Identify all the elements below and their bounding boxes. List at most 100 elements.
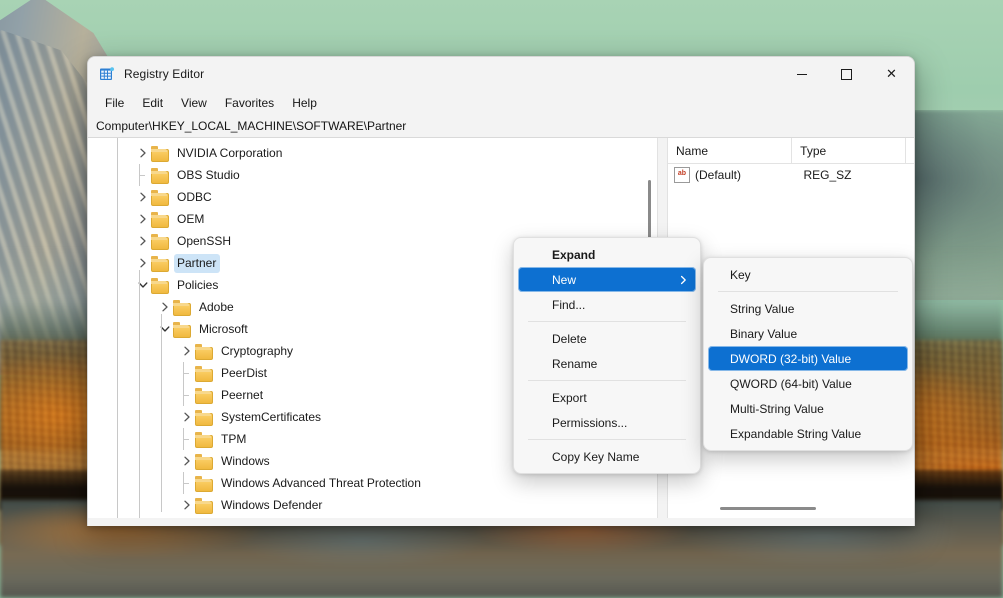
maximize-icon xyxy=(841,68,852,80)
submenu-chevron-right-icon xyxy=(680,275,687,284)
folder-icon xyxy=(195,432,213,448)
chevron-right-icon[interactable] xyxy=(135,252,151,274)
menu-item-label: Copy Key Name xyxy=(552,449,640,464)
folder-icon xyxy=(151,256,169,272)
chevron-right-icon[interactable] xyxy=(157,296,173,318)
chevron-right-icon[interactable] xyxy=(135,208,151,230)
chevron-right-icon[interactable] xyxy=(135,142,151,164)
context-menu-item-rename[interactable]: Rename xyxy=(518,351,696,376)
values-list-header: Name Type xyxy=(668,138,914,164)
menu-item-label: Binary Value xyxy=(730,326,798,341)
column-header-type[interactable]: Type xyxy=(792,138,906,163)
chevron-right-icon[interactable] xyxy=(179,516,195,518)
folder-icon xyxy=(151,146,169,162)
tree-item-label: Partner xyxy=(174,253,221,273)
context-menu-item-expand[interactable]: Expand xyxy=(518,242,696,267)
chevron-right-icon[interactable] xyxy=(179,340,195,362)
folder-icon xyxy=(151,212,169,228)
chevron-right-icon[interactable] xyxy=(179,450,195,472)
desktop-background: Registry Editor ✕ File Edit View Favorit… xyxy=(0,0,1003,598)
context-menu-item-new[interactable]: New xyxy=(518,267,696,292)
values-row-name: (Default) xyxy=(695,168,742,182)
tree-connector-line xyxy=(179,428,195,450)
menu-edit[interactable]: Edit xyxy=(133,94,172,112)
tree-item[interactable]: OEM xyxy=(88,208,657,230)
chevron-down-icon[interactable] xyxy=(157,318,173,340)
submenu-item-expandable-string-value[interactable]: Expandable String Value xyxy=(708,421,908,446)
chevron-right-icon[interactable] xyxy=(179,494,195,516)
menu-item-label: Permissions... xyxy=(552,415,628,430)
context-submenu-new: Key String Value Binary Value DWORD (32-bit… xyxy=(703,257,913,451)
folder-icon xyxy=(151,168,169,184)
values-list-row[interactable]: ab (Default) REG_SZ xyxy=(668,164,914,186)
tree-item-label: Windows Advanced Threat Protection xyxy=(221,475,421,490)
tree-item[interactable]: Windows Advanced Threat Protection xyxy=(88,472,657,494)
context-menu-item-permissions[interactable]: Permissions... xyxy=(518,410,696,435)
menu-separator xyxy=(528,380,686,381)
column-header-name-label: Name xyxy=(676,143,709,158)
values-row-type: REG_SZ xyxy=(803,168,852,182)
column-header-name[interactable]: Name xyxy=(668,138,793,163)
menu-bar: File Edit View Favorites Help xyxy=(88,91,914,115)
tree-item-label: Microsoft xyxy=(199,321,248,336)
menu-item-label: Key xyxy=(730,267,751,282)
tree-guide-line xyxy=(161,314,162,512)
menu-help[interactable]: Help xyxy=(283,94,326,112)
tree-item-label: Adobe xyxy=(199,299,234,314)
tree-item[interactable]: NVIDIA Corporation xyxy=(88,142,657,164)
submenu-item-binary-value[interactable]: Binary Value xyxy=(708,321,908,346)
tree-item[interactable]: ODBC xyxy=(88,186,657,208)
window-controls: ✕ xyxy=(779,57,914,91)
folder-icon xyxy=(195,366,213,382)
context-menu-item-copy-key-name[interactable]: Copy Key Name xyxy=(518,444,696,469)
chevron-down-icon[interactable] xyxy=(135,274,151,296)
tree-item[interactable]: OBS Studio xyxy=(88,164,657,186)
submenu-item-dword-32-bit-value[interactable]: DWORD (32-bit) Value xyxy=(708,346,908,371)
folder-icon xyxy=(151,278,169,294)
chevron-right-icon[interactable] xyxy=(179,406,195,428)
values-horizontal-scrollbar[interactable] xyxy=(668,503,914,514)
tree-item-label: TPM xyxy=(221,431,247,446)
menu-item-label: New xyxy=(552,272,577,287)
menu-view[interactable]: View xyxy=(172,94,216,112)
tree-item-label: Windows xyxy=(221,453,270,468)
context-menu-item-delete[interactable]: Delete xyxy=(518,326,696,351)
values-scrollbar-thumb[interactable] xyxy=(720,507,816,510)
menu-item-label: Export xyxy=(552,390,587,405)
context-menu-item-find[interactable]: Find... xyxy=(518,292,696,317)
chevron-right-icon[interactable] xyxy=(135,230,151,252)
window-title: Registry Editor xyxy=(124,67,205,81)
submenu-item-key[interactable]: Key xyxy=(708,262,908,287)
folder-icon xyxy=(173,300,191,316)
maximize-button[interactable] xyxy=(824,57,869,91)
tree-connector-line xyxy=(135,164,151,186)
tree-item-label: OEM xyxy=(177,211,205,226)
tree-item[interactable]: Windows NT xyxy=(88,516,657,518)
menu-item-label: Rename xyxy=(552,356,598,371)
menu-favorites[interactable]: Favorites xyxy=(216,94,283,112)
address-bar[interactable]: Computer\HKEY_LOCAL_MACHINE\SOFTWARE\Par… xyxy=(88,115,914,138)
close-button[interactable]: ✕ xyxy=(869,57,914,91)
context-menu-item-export[interactable]: Export xyxy=(518,385,696,410)
title-bar[interactable]: Registry Editor ✕ xyxy=(88,57,914,91)
folder-icon xyxy=(195,388,213,404)
close-icon: ✕ xyxy=(886,66,897,82)
menu-separator xyxy=(718,291,898,292)
values-list-body: ab (Default) REG_SZ xyxy=(668,164,914,186)
menu-item-label: Expand xyxy=(552,247,596,262)
submenu-item-multi-string-value[interactable]: Multi-String Value xyxy=(708,396,908,421)
menu-item-label: DWORD (32-bit) Value xyxy=(730,351,852,366)
minimize-button[interactable] xyxy=(779,57,824,91)
folder-icon xyxy=(195,410,213,426)
submenu-item-string-value[interactable]: String Value xyxy=(708,296,908,321)
string-value-icon: ab xyxy=(674,167,690,183)
submenu-item-qword-64-bit-value[interactable]: QWORD (64-bit) Value xyxy=(708,371,908,396)
folder-icon xyxy=(151,190,169,206)
menu-file[interactable]: File xyxy=(96,94,133,112)
registry-editor-icon xyxy=(99,66,115,82)
values-row-name-cell: ab (Default) xyxy=(668,167,795,183)
tree-connector-line xyxy=(179,384,195,406)
tree-item[interactable]: Windows Defender xyxy=(88,494,657,516)
menu-item-label: Expandable String Value xyxy=(730,426,862,441)
chevron-right-icon[interactable] xyxy=(135,186,151,208)
